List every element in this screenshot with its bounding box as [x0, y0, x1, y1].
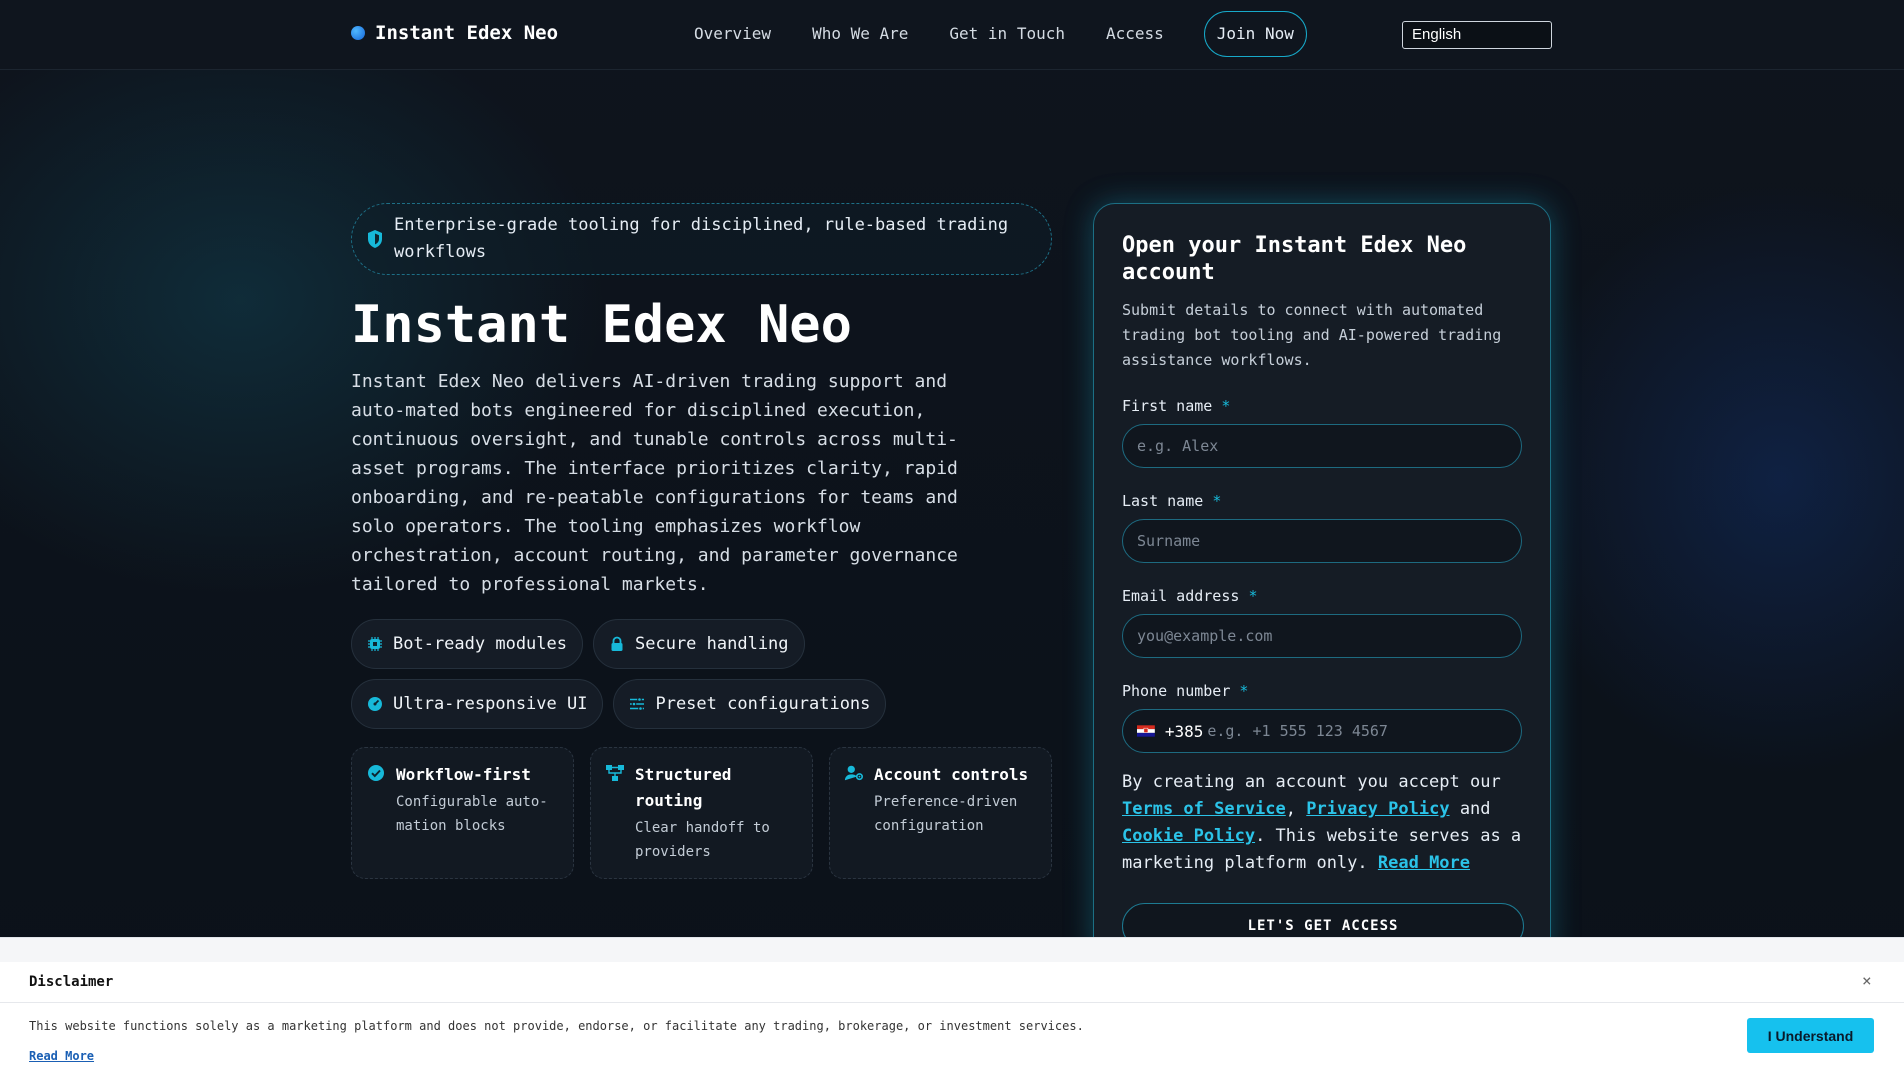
last-name-label: Last name * — [1122, 492, 1222, 510]
feature-pills: Bot-ready modules Secure handling Ultra-… — [351, 619, 1052, 729]
hero-title: Instant Edex Neo — [351, 295, 852, 355]
cookie-link[interactable]: Cookie Policy — [1122, 826, 1255, 846]
card-workflow-first: Workflow-first Configurable auto-mation … — [351, 747, 574, 879]
nav-link-access[interactable]: Access — [1106, 11, 1164, 57]
sliders-icon — [630, 697, 645, 711]
nav-link-who-we-are[interactable]: Who We Are — [812, 11, 908, 57]
check-circle-icon — [368, 765, 384, 781]
disclaimer-banner: Disclaimer × This website functions sole… — [0, 937, 1904, 1078]
tagline-text: Enterprise-grade tooling for disciplined… — [394, 215, 1009, 262]
nav-link-overview[interactable]: Overview — [694, 11, 771, 57]
card-subtitle: Clear handoff to providers — [635, 820, 770, 860]
nav-links: Overview Who We Are Get in Touch Access … — [694, 11, 1307, 57]
card-structured-routing: Structured routing Clear handoff to prov… — [590, 747, 813, 879]
card-title: Workflow-first — [396, 765, 531, 784]
dial-code[interactable]: +385 — [1165, 722, 1204, 741]
shield-icon — [368, 230, 382, 248]
required-mark: * — [1239, 682, 1249, 700]
phone-label: Phone number * — [1122, 682, 1249, 700]
croatia-flag-icon[interactable] — [1137, 724, 1155, 738]
hero-description: Instant Edex Neo delivers AI-driven trad… — [351, 371, 958, 595]
email-input[interactable] — [1137, 627, 1507, 645]
top-navbar: Instant Edex Neo Overview Who We Are Get… — [0, 0, 1904, 70]
form-description: Submit details to connect with automated… — [1122, 301, 1502, 369]
first-name-input[interactable] — [1137, 437, 1507, 455]
brand-name: Instant Edex Neo — [375, 22, 559, 44]
card-account-controls: Account controls Preference-driven confi… — [829, 747, 1052, 879]
pill-label: Preset configurations — [655, 694, 871, 714]
disclaimer-title: Disclaimer — [29, 974, 114, 990]
card-subtitle: Preference-driven configuration — [874, 794, 1018, 834]
signup-form: Open your Instant Edex Neo account Submi… — [1093, 203, 1551, 963]
pill-label: Secure handling — [635, 634, 789, 654]
chip-icon — [368, 637, 382, 651]
language-select[interactable]: English — [1402, 21, 1552, 49]
phone-input[interactable] — [1207, 722, 1507, 740]
pill-secure-handling: Secure handling — [593, 619, 805, 669]
consent-text: By creating an account you accept our Te… — [1122, 772, 1522, 873]
required-mark: * — [1248, 587, 1258, 605]
card-title: Account controls — [874, 765, 1029, 784]
brand-logo-icon — [351, 26, 365, 40]
understand-button[interactable]: I Understand — [1747, 1018, 1874, 1053]
pill-label: Ultra-responsive UI — [393, 694, 588, 714]
pill-ultra-responsive-ui: Ultra-responsive UI — [351, 679, 604, 729]
required-mark: * — [1221, 397, 1231, 415]
card-subtitle: Configurable auto-mation blocks — [396, 794, 548, 834]
hero-section: Enterprise-grade tooling for disciplined… — [351, 203, 1052, 879]
last-name-input[interactable] — [1137, 532, 1507, 550]
join-now-button[interactable]: Join Now — [1203, 11, 1307, 57]
tagline-badge: Enterprise-grade tooling for disciplined… — [351, 203, 1052, 275]
email-label: Email address * — [1122, 587, 1258, 605]
first-name-field[interactable] — [1122, 424, 1522, 468]
feature-cards: Workflow-first Configurable auto-mation … — [351, 747, 1052, 879]
close-icon[interactable]: × — [1862, 971, 1872, 990]
last-name-field[interactable] — [1122, 519, 1522, 563]
card-title: Structured routing — [635, 765, 732, 810]
lock-icon — [611, 636, 623, 651]
pill-bot-ready-modules: Bot-ready modules — [351, 619, 583, 669]
disclaimer-read-more-link[interactable]: Read More — [29, 1049, 94, 1063]
brand[interactable]: Instant Edex Neo — [351, 22, 558, 44]
phone-field[interactable]: +385 — [1122, 709, 1522, 753]
pill-preset-configurations: Preset configurations — [613, 679, 887, 729]
gauge-icon — [368, 697, 382, 711]
first-name-label: First name * — [1122, 397, 1231, 415]
email-field[interactable] — [1122, 614, 1522, 658]
terms-link[interactable]: Terms of Service — [1122, 799, 1286, 819]
pill-label: Bot-ready modules — [393, 634, 567, 654]
disclaimer-top-strip — [0, 938, 1904, 962]
read-more-link[interactable]: Read More — [1378, 853, 1470, 873]
form-title: Open your Instant Edex Neo account — [1122, 233, 1467, 285]
disclaimer-text: This website functions solely as a marke… — [29, 1019, 1084, 1033]
required-mark: * — [1212, 492, 1222, 510]
privacy-link[interactable]: Privacy Policy — [1306, 799, 1449, 819]
disclaimer-header: Disclaimer × — [0, 962, 1904, 1003]
user-gear-icon — [844, 765, 863, 781]
routing-icon — [606, 765, 624, 781]
nav-link-get-in-touch[interactable]: Get in Touch — [949, 11, 1065, 57]
